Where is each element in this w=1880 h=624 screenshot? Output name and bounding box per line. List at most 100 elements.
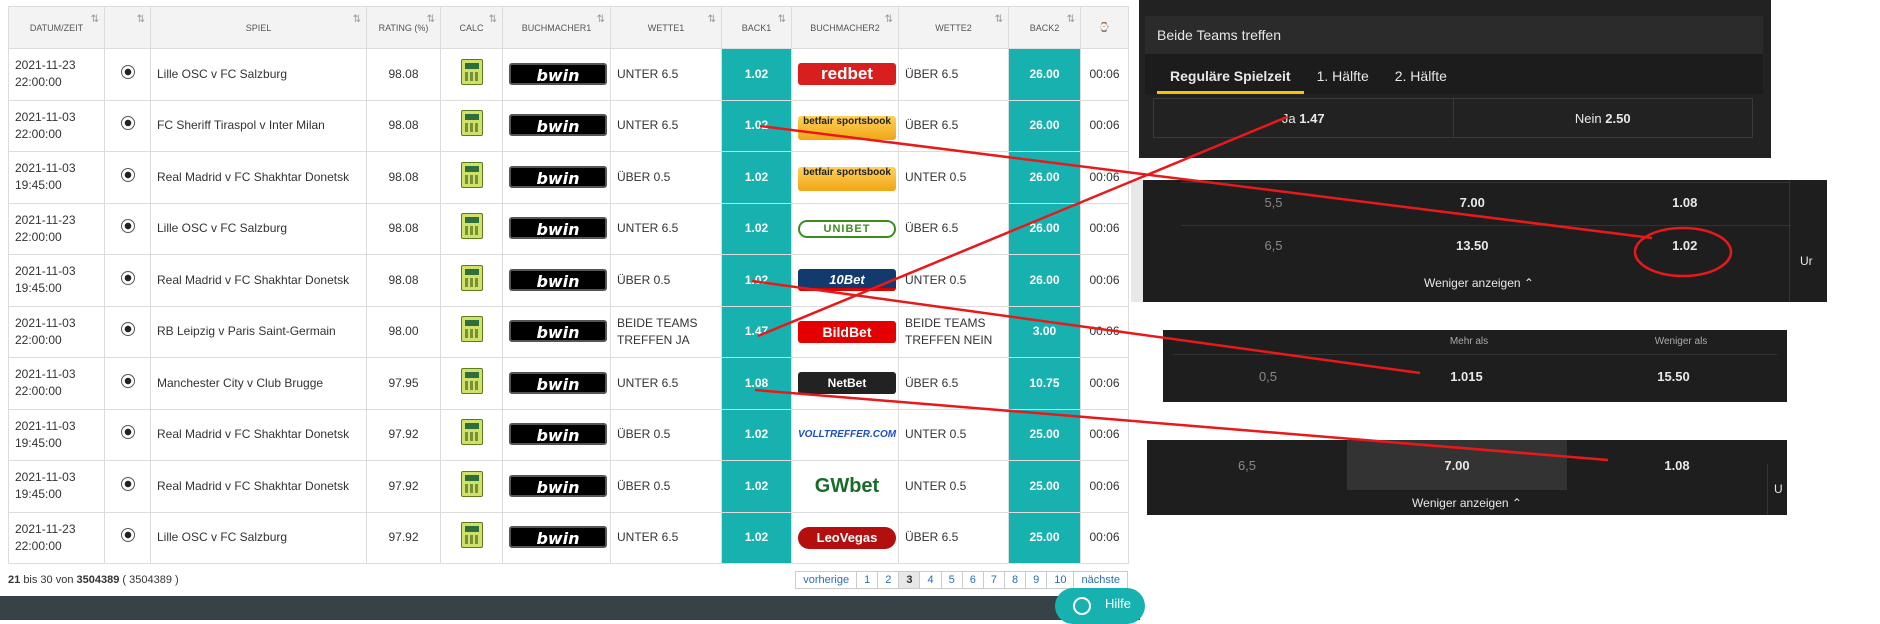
table-row[interactable]: 2021-11-03 19:45:00 Real Madrid v FC Shakh… xyxy=(8,460,1129,513)
bookmaker2-cell[interactable]: betfair sportsbook xyxy=(791,151,899,204)
back1-cell[interactable]: 1.02 xyxy=(721,202,792,255)
tab-second-half[interactable]: 2. Hälfte xyxy=(1382,54,1460,94)
game-cell[interactable]: FC Sheriff Tiraspol v Inter Milan xyxy=(150,99,367,152)
sort-icon[interactable]: ⇅ xyxy=(708,14,716,25)
page-button[interactable]: 4 xyxy=(919,571,942,589)
goals-under-odds[interactable]: 1.08 xyxy=(1567,440,1787,490)
header-icon[interactable]: ⇅ xyxy=(104,6,151,49)
bookmaker2-cell[interactable]: betfair sportsbook xyxy=(791,99,899,152)
goals-under-odds[interactable]: 1.02 xyxy=(1579,226,1792,263)
bookmaker2-cell[interactable]: NetBet xyxy=(791,357,899,410)
sort-icon[interactable]: ⇅ xyxy=(91,14,99,25)
calculator-icon[interactable] xyxy=(460,161,483,188)
header-clock[interactable]: ⌚ xyxy=(1080,6,1129,49)
header-calc[interactable]: CALC ⇅ xyxy=(440,6,503,49)
bookmaker1-cell[interactable]: bwin xyxy=(502,99,611,152)
game-cell[interactable]: Manchester City v Club Brugge xyxy=(150,357,367,410)
tab-regular-time[interactable]: Reguläre Spielzeit xyxy=(1157,54,1304,94)
bookmaker1-cell[interactable]: bwin xyxy=(502,305,611,358)
bookmaker2-cell[interactable]: VOLLTREFFER.COM xyxy=(791,408,899,461)
tab-first-half[interactable]: 1. Hälfte xyxy=(1304,54,1382,94)
prev-page-button[interactable]: vorherige xyxy=(795,571,858,589)
bookmaker1-cell[interactable]: bwin xyxy=(502,202,611,255)
back1-cell[interactable]: 1.47 xyxy=(721,305,792,358)
back2-cell[interactable]: 25.00 xyxy=(1008,408,1081,461)
bookmaker1-cell[interactable]: bwin xyxy=(502,357,611,410)
next-page-button[interactable]: nächste xyxy=(1073,571,1128,589)
calc-cell[interactable] xyxy=(440,305,503,358)
page-button[interactable]: 9 xyxy=(1025,571,1048,589)
page-button[interactable]: 1 xyxy=(856,571,879,589)
table-row[interactable]: 2021-11-03 19:45:00 Real Madrid v FC Shakh… xyxy=(8,408,1129,461)
back1-cell[interactable]: 1.02 xyxy=(721,48,792,101)
game-cell[interactable]: Real Madrid v FC Shakhtar Donetsk xyxy=(150,460,367,513)
header-back2[interactable]: BACK2 ⇅ xyxy=(1008,6,1081,49)
calculator-icon[interactable] xyxy=(460,316,483,343)
table-row[interactable]: 2021-11-03 22:00:00 RB Leipzig v Paris Sai… xyxy=(8,305,1129,358)
header-datetime[interactable]: DATUM/ZEIT ⇅ xyxy=(8,6,105,49)
game-cell[interactable]: Real Madrid v FC Shakhtar Donetsk xyxy=(150,151,367,204)
calc-cell[interactable] xyxy=(440,48,503,101)
game-cell[interactable]: Real Madrid v FC Shakhtar Donetsk xyxy=(150,408,367,461)
bookmaker2-cell[interactable]: 10Bet xyxy=(791,254,899,307)
header-bookmaker1[interactable]: BUCHMACHER1 ⇅ xyxy=(502,6,611,49)
btts-no-button[interactable]: Nein 2.50 xyxy=(1452,99,1753,137)
show-less-link[interactable]: Weniger anzeigen ⌃ xyxy=(1147,490,1787,510)
back1-cell[interactable]: 1.02 xyxy=(721,151,792,204)
bookmaker1-cell[interactable]: bwin xyxy=(502,460,611,513)
calculator-icon[interactable] xyxy=(460,110,483,137)
calc-cell[interactable] xyxy=(440,357,503,410)
back1-cell[interactable]: 1.02 xyxy=(721,511,792,564)
back2-cell[interactable]: 3.00 xyxy=(1008,305,1081,358)
sort-icon[interactable]: ⇅ xyxy=(885,14,893,25)
page-button[interactable]: 7 xyxy=(982,571,1005,589)
bookmaker1-cell[interactable]: bwin xyxy=(502,511,611,564)
bookmaker1-cell[interactable]: bwin xyxy=(502,254,611,307)
calc-cell[interactable] xyxy=(440,99,503,152)
sort-icon[interactable]: ⇅ xyxy=(597,14,605,25)
back2-cell[interactable]: 26.00 xyxy=(1008,151,1081,204)
page-button[interactable]: 3 xyxy=(898,571,921,589)
header-game[interactable]: SPIEL ⇅ xyxy=(150,6,367,49)
calc-cell[interactable] xyxy=(440,408,503,461)
table-row[interactable]: 2021-11-23 22:00:00 Lille OSC v FC Salzbur… xyxy=(8,511,1129,564)
sort-icon[interactable]: ⇅ xyxy=(778,14,786,25)
calculator-icon[interactable] xyxy=(460,419,483,446)
sort-icon[interactable]: ⇅ xyxy=(137,14,145,25)
back1-cell[interactable]: 1.02 xyxy=(721,408,792,461)
page-button[interactable]: 10 xyxy=(1046,571,1075,589)
goals-over-odds[interactable]: 7.00 xyxy=(1366,183,1579,220)
calc-cell[interactable] xyxy=(440,151,503,204)
game-cell[interactable]: Lille OSC v FC Salzburg xyxy=(150,48,367,101)
under-odds[interactable]: 15.50 xyxy=(1570,355,1777,396)
table-row[interactable]: 2021-11-03 22:00:00 FC Sheriff Tiraspol v … xyxy=(8,99,1129,152)
calculator-icon[interactable] xyxy=(460,522,483,549)
header-bookmaker2[interactable]: BUCHMACHER2 ⇅ xyxy=(791,6,899,49)
goals-under-odds[interactable]: 1.08 xyxy=(1579,183,1792,220)
back2-cell[interactable]: 26.00 xyxy=(1008,202,1081,255)
bookmaker2-cell[interactable]: LeoVegas xyxy=(791,511,899,564)
game-cell[interactable]: Lille OSC v FC Salzburg xyxy=(150,202,367,255)
back2-cell[interactable]: 26.00 xyxy=(1008,48,1081,101)
calculator-icon[interactable] xyxy=(460,213,483,240)
btts-yes-button[interactable]: Ja 1.47 xyxy=(1154,99,1453,137)
over-odds[interactable]: 1.015 xyxy=(1363,355,1570,396)
bookmaker1-cell[interactable]: bwin xyxy=(502,151,611,204)
table-row[interactable]: 2021-11-03 19:45:00 Real Madrid v FC Shakh… xyxy=(8,151,1129,204)
calc-cell[interactable] xyxy=(440,202,503,255)
bookmaker2-cell[interactable]: redbet xyxy=(791,48,899,101)
back2-cell[interactable]: 25.00 xyxy=(1008,511,1081,564)
show-less-link[interactable]: Weniger anzeigen ⌃ xyxy=(1131,276,1827,290)
page-button[interactable]: 6 xyxy=(961,571,984,589)
goals-over-odds[interactable]: 7.00 xyxy=(1347,440,1567,490)
header-bet1[interactable]: WETTE1 ⇅ xyxy=(610,6,722,49)
calculator-icon[interactable] xyxy=(460,264,483,291)
sort-icon[interactable]: ⇅ xyxy=(427,14,435,25)
calc-cell[interactable] xyxy=(440,460,503,513)
goals-over-odds[interactable]: 13.50 xyxy=(1366,226,1579,263)
game-cell[interactable]: RB Leipzig v Paris Saint-Germain xyxy=(150,305,367,358)
sort-icon[interactable]: ⇅ xyxy=(1067,14,1075,25)
calculator-icon[interactable] xyxy=(460,58,483,85)
back2-cell[interactable]: 10.75 xyxy=(1008,357,1081,410)
sort-icon[interactable]: ⇅ xyxy=(489,14,497,25)
